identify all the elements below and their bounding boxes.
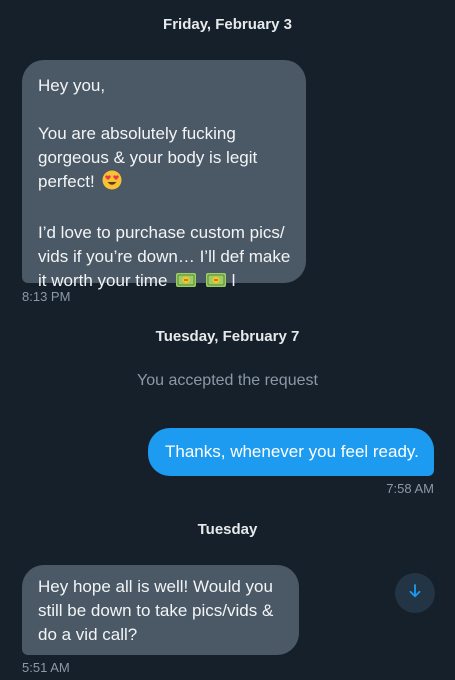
- date-separator-tuesday: Tuesday: [197, 521, 258, 538]
- money-bag-emoji-icon: [205, 271, 227, 296]
- message-line: do a vid call?: [38, 625, 138, 644]
- message-line: Hey hope all is well! Would you: [38, 577, 273, 596]
- money-bag-emoji-icon: [175, 271, 197, 296]
- scroll-to-bottom-button[interactable]: [395, 573, 435, 613]
- outgoing-message-bubble[interactable]: Thanks, whenever you feel ready.: [148, 428, 434, 476]
- message-line: still be down to take pics/vids &: [38, 601, 274, 620]
- message-line: I’d love to purchase custom pics/: [38, 223, 285, 242]
- date-separator-feb-3: Friday, February 3: [163, 16, 292, 33]
- message-line: Thanks, whenever you feel ready.: [165, 442, 419, 461]
- incoming-message-bubble[interactable]: Hey hope all is well! Would you still be…: [22, 565, 299, 655]
- message-line: You are absolutely fucking: [38, 124, 236, 143]
- message-text-tail: l: [231, 271, 236, 290]
- message-line: vids if you’re down… I’ll def make: [38, 247, 291, 266]
- message-line: gorgeous & your body is legit: [38, 148, 258, 167]
- arrow-down-icon: [407, 583, 423, 604]
- date-separator-feb-7: Tuesday, February 7: [155, 328, 300, 345]
- message-line-with-emoji: it worth your time l: [38, 269, 290, 296]
- message-line: Hey you,: [38, 76, 106, 95]
- message-text: perfect!: [38, 172, 95, 191]
- message-timestamp: 5:51 AM: [22, 660, 70, 675]
- message-timestamp: 7:58 AM: [386, 481, 434, 496]
- message-text: it worth your time: [38, 271, 168, 290]
- message-line-with-emoji: perfect!: [38, 170, 290, 197]
- message-timestamp: 8:13 PM: [22, 289, 71, 304]
- incoming-message-bubble[interactable]: Hey you, You are absolutely fucking gorg…: [22, 60, 306, 290]
- heart-eyes-emoji-icon: [102, 170, 122, 197]
- request-accepted-note: You accepted the request: [137, 372, 318, 389]
